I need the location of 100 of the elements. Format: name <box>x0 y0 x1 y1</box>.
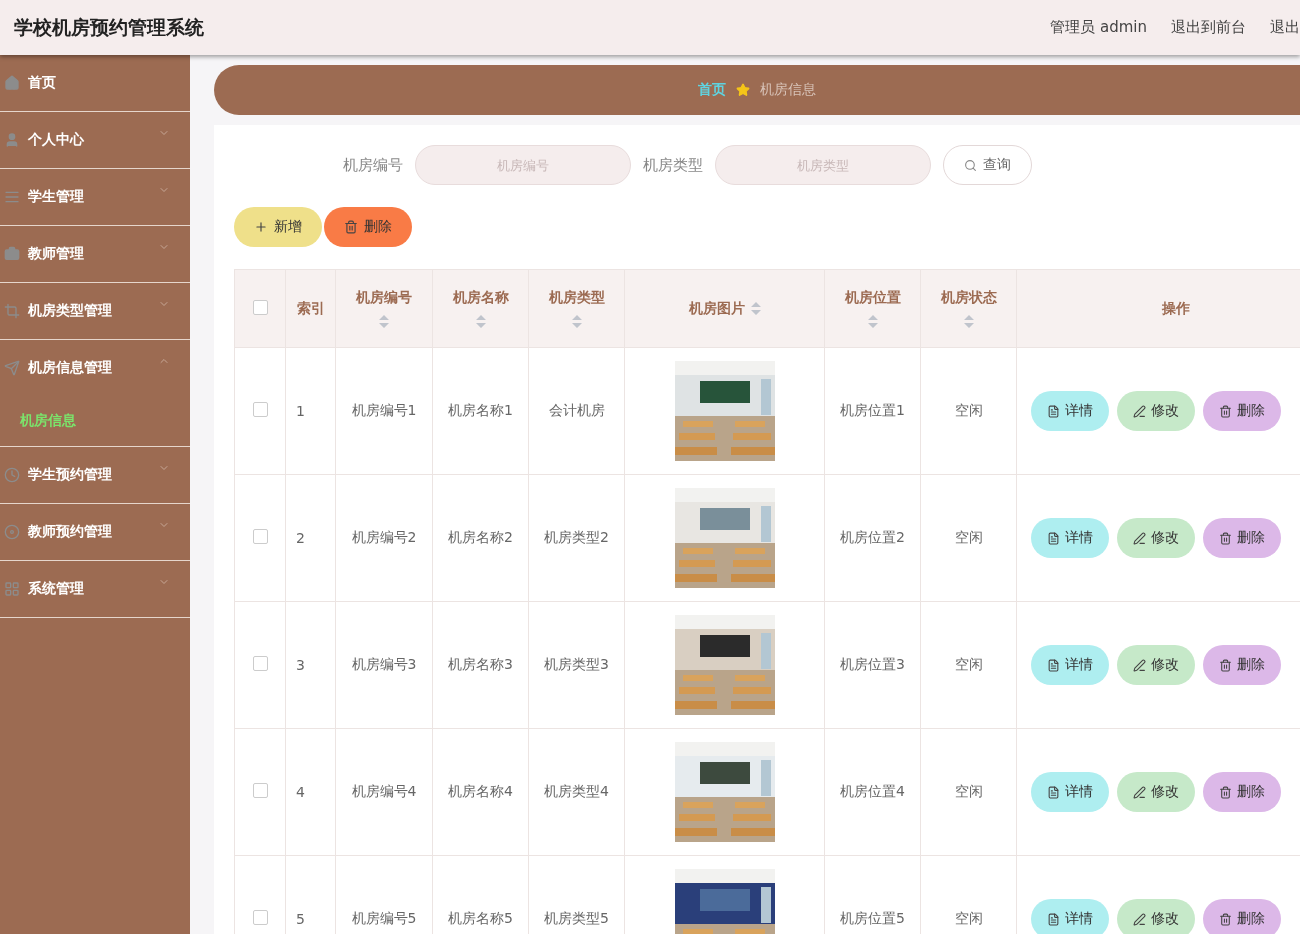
document-icon <box>1047 658 1060 672</box>
table-cell: 机房位置3 <box>840 656 905 672</box>
edit-button[interactable]: 修改 <box>1117 645 1195 685</box>
delete-button[interactable]: 删除 <box>1203 899 1281 934</box>
edit-button[interactable]: 修改 <box>1117 391 1195 431</box>
delete-button[interactable]: 删除 <box>1203 772 1281 812</box>
delete-button[interactable]: 删除 <box>324 207 412 247</box>
sort-icon[interactable] <box>571 315 582 328</box>
trash-icon <box>1219 531 1232 545</box>
trash-icon <box>1219 785 1232 799</box>
sidebar-icon <box>4 360 20 376</box>
table-cell: 机房名称1 <box>448 402 513 418</box>
sidebar-item[interactable]: 机房信息管理 <box>0 340 190 396</box>
pen-icon <box>1133 785 1146 799</box>
table-cell: 机房编号3 <box>351 656 417 672</box>
table-cell: 2 <box>296 530 305 546</box>
table-cell: 机房位置4 <box>840 783 905 799</box>
star-icon <box>736 83 750 97</box>
edit-button[interactable]: 修改 <box>1117 899 1195 934</box>
field-label: 机房编号 <box>342 155 403 175</box>
column-header: 机房编号 <box>356 289 412 307</box>
sidebar-icon <box>4 303 20 319</box>
table-cell: 空闲 <box>954 910 983 926</box>
column-header: 机房位置 <box>844 289 901 307</box>
detail-button[interactable]: 详情 <box>1031 772 1109 812</box>
trash-icon <box>1219 658 1232 672</box>
sidebar-icon <box>4 75 20 91</box>
document-icon <box>1047 785 1060 799</box>
column-header: 操作 <box>1161 299 1190 318</box>
detail-button[interactable]: 详情 <box>1031 645 1109 685</box>
sidebar-item[interactable]: 教师预约管理 <box>0 504 190 561</box>
sidebar-item[interactable]: 学生预约管理 <box>0 447 190 504</box>
table-cell: 机房位置5 <box>840 910 905 926</box>
table-cell: 1 <box>296 403 305 419</box>
pen-icon <box>1133 404 1146 418</box>
sidebar-icon <box>4 581 20 597</box>
column-header: 索引 <box>296 299 325 318</box>
table-cell: 空闲 <box>954 783 983 799</box>
table-cell: 机房位置2 <box>840 529 905 545</box>
table-cell: 机房名称2 <box>448 529 513 545</box>
table-cell: 机房类型2 <box>544 529 609 545</box>
table-cell: 机房编号5 <box>351 910 417 926</box>
sort-icon[interactable] <box>475 315 486 328</box>
checkbox[interactable] <box>252 402 268 417</box>
document-icon <box>1047 912 1060 926</box>
sidebar-item[interactable]: 机房类型管理 <box>0 283 190 340</box>
sort-icon[interactable] <box>867 315 878 328</box>
sidebar-item[interactable]: 教师管理 <box>0 226 190 283</box>
delete-button[interactable]: 删除 <box>1203 645 1281 685</box>
checkbox[interactable] <box>252 656 268 671</box>
sort-icon[interactable] <box>750 302 761 315</box>
search-button[interactable]: 查询 <box>942 145 1032 185</box>
table-cell: 5 <box>296 911 305 927</box>
trash-icon <box>1219 404 1232 418</box>
sort-icon[interactable] <box>379 315 389 328</box>
table-cell: 空闲 <box>954 402 983 418</box>
document-icon <box>1047 404 1060 418</box>
column-header: 机房类型 <box>548 289 605 307</box>
table-cell: 4 <box>296 784 305 800</box>
plus-icon <box>254 220 268 234</box>
table-cell: 会计机房 <box>548 402 605 418</box>
detail-button[interactable]: 详情 <box>1031 899 1109 934</box>
table-cell: 机房类型3 <box>544 656 609 672</box>
add-button[interactable]: 新增 <box>234 207 322 247</box>
edit-button[interactable]: 修改 <box>1117 772 1195 812</box>
detail-button[interactable]: 详情 <box>1031 391 1109 431</box>
trash-icon <box>1219 912 1232 926</box>
header-link[interactable]: 退出到前台 <box>1171 18 1246 37</box>
sidebar-item[interactable]: 首页 <box>0 55 190 112</box>
sidebar-icon <box>4 246 20 262</box>
checkbox[interactable] <box>252 299 268 315</box>
table-cell: 机房类型4 <box>544 783 609 799</box>
sort-icon[interactable] <box>963 315 974 328</box>
table-cell: 机房位置1 <box>840 402 905 418</box>
detail-button[interactable]: 详情 <box>1031 518 1109 558</box>
pen-icon <box>1133 531 1146 545</box>
checkbox[interactable] <box>252 783 268 798</box>
table-cell: 3 <box>296 657 305 673</box>
table-cell: 空闲 <box>954 529 983 545</box>
delete-button[interactable]: 删除 <box>1203 391 1281 431</box>
sidebar-item[interactable]: 个人中心 <box>0 112 190 169</box>
sidebar-item[interactable]: 学生管理 <box>0 169 190 226</box>
table-cell: 机房编号2 <box>351 529 417 545</box>
sidebar-item[interactable]: 系统管理 <box>0 561 190 618</box>
column-header: 机房名称 <box>452 289 509 307</box>
header-link[interactable]: 退出 <box>1270 18 1300 37</box>
delete-button[interactable]: 删除 <box>1203 518 1281 558</box>
table-cell: 机房名称4 <box>448 783 513 799</box>
document-icon <box>1047 531 1060 545</box>
column-header: 机房图片 <box>688 299 745 318</box>
table-cell: 机房编号4 <box>351 783 417 799</box>
user-label: 管理员 admin <box>1050 18 1147 37</box>
checkbox[interactable] <box>252 529 268 544</box>
edit-button[interactable]: 修改 <box>1117 518 1195 558</box>
sidebar-icon <box>4 189 20 205</box>
sidebar-icon <box>4 524 20 540</box>
checkbox[interactable] <box>252 910 268 925</box>
field-label: 机房类型 <box>642 155 703 175</box>
table-cell: 机房类型5 <box>544 910 609 926</box>
table-cell: 机房名称3 <box>448 656 513 672</box>
